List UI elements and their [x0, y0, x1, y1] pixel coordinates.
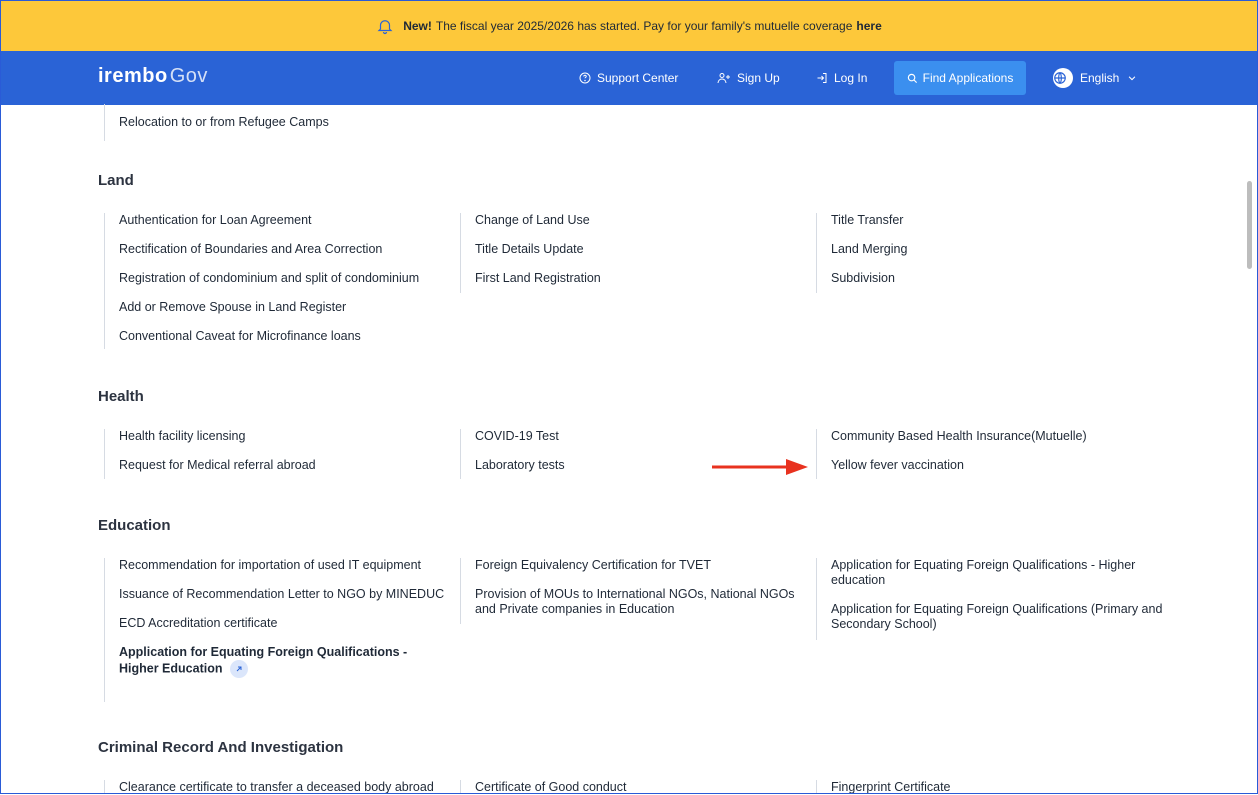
- bell-icon: [377, 20, 393, 35]
- service-link[interactable]: Land Merging: [831, 242, 1171, 257]
- page-scrollbar[interactable]: [1247, 181, 1252, 269]
- health-column-3: Community Based Health Insurance(Mutuell…: [816, 429, 1171, 479]
- service-link[interactable]: Change of Land Use: [475, 213, 815, 228]
- log-in-icon: [817, 73, 827, 83]
- service-link[interactable]: Certificate of Good conduct: [475, 780, 815, 795]
- top-navbar: irembo Gov Support Center Sign Up Log In …: [1, 51, 1257, 105]
- section-title-criminal-record: Criminal Record And Investigation: [98, 739, 344, 756]
- banner-link[interactable]: here: [856, 19, 881, 33]
- service-link[interactable]: Clearance certificate to transfer a dece…: [119, 780, 459, 795]
- logo-main-text: irembo: [98, 65, 168, 87]
- banner-new-label: New!: [403, 19, 432, 33]
- service-link-highlighted[interactable]: Application for Equating Foreign Qualifi…: [119, 645, 449, 678]
- service-link[interactable]: Registration of condominium and split of…: [119, 271, 459, 286]
- search-icon: [907, 73, 917, 83]
- log-in-label: Log In: [834, 71, 868, 85]
- section-title-land: Land: [98, 172, 134, 189]
- education-column-1: Recommendation for importation of used I…: [104, 558, 449, 702]
- criminal-column-2: Certificate of Good conduct: [460, 780, 815, 794]
- criminal-column-3: Fingerprint Certificate: [816, 780, 1171, 794]
- land-column-1: Authentication for Loan Agreement Rectif…: [104, 213, 459, 349]
- sign-up-link[interactable]: Sign Up: [717, 51, 780, 105]
- service-link[interactable]: Application for Equating Foreign Qualifi…: [831, 602, 1171, 632]
- red-arrow-annotation: [712, 459, 808, 475]
- globe-icon: [1053, 68, 1073, 88]
- service-link[interactable]: Subdivision: [831, 271, 1171, 286]
- service-link[interactable]: Foreign Equivalency Certification for TV…: [475, 558, 815, 573]
- section-title-education: Education: [98, 517, 171, 534]
- service-link[interactable]: COVID-19 Test: [475, 429, 815, 444]
- criminal-column-1: Clearance certificate to transfer a dece…: [104, 780, 459, 794]
- external-link-icon[interactable]: [230, 660, 249, 678]
- service-link[interactable]: Issuance of Recommendation Letter to NGO…: [119, 587, 449, 602]
- chevron-down-icon: [1129, 76, 1136, 81]
- support-center-label: Support Center: [597, 71, 679, 85]
- education-column-3: Application for Equating Foreign Qualifi…: [816, 558, 1171, 640]
- service-link[interactable]: Relocation to or from Refugee Camps: [119, 115, 329, 130]
- service-link[interactable]: Title Details Update: [475, 242, 815, 257]
- logo-sub-text: Gov: [169, 65, 208, 87]
- service-link[interactable]: Recommendation for importation of used I…: [119, 558, 449, 573]
- announcement-banner: New! The fiscal year 2025/2026 has start…: [1, 1, 1257, 51]
- service-link[interactable]: Community Based Health Insurance(Mutuell…: [831, 429, 1171, 444]
- language-selector[interactable]: English: [1053, 51, 1137, 105]
- land-column-3: Title Transfer Land Merging Subdivision: [816, 213, 1171, 293]
- sign-up-label: Sign Up: [737, 71, 780, 85]
- service-link[interactable]: Yellow fever vaccination: [831, 458, 1171, 473]
- education-column-2: Foreign Equivalency Certification for TV…: [460, 558, 815, 624]
- help-circle-icon: [579, 72, 591, 84]
- service-link[interactable]: Provision of MOUs to International NGOs,…: [475, 587, 815, 617]
- service-link[interactable]: Fingerprint Certificate: [831, 780, 1171, 795]
- user-plus-icon: [717, 73, 730, 84]
- log-in-link[interactable]: Log In: [816, 51, 867, 105]
- service-link[interactable]: Authentication for Loan Agreement: [119, 213, 459, 228]
- service-link[interactable]: Application for Equating Foreign Qualifi…: [831, 558, 1171, 588]
- service-link[interactable]: Conventional Caveat for Microfinance loa…: [119, 329, 459, 344]
- service-link[interactable]: First Land Registration: [475, 271, 815, 286]
- service-link[interactable]: ECD Accreditation certificate: [119, 616, 449, 631]
- land-column-2: Change of Land Use Title Details Update …: [460, 213, 815, 293]
- service-link-label: Application for Equating Foreign Qualifi…: [119, 645, 408, 676]
- language-label: English: [1080, 71, 1120, 85]
- section-title-health: Health: [98, 388, 144, 405]
- service-link[interactable]: Health facility licensing: [119, 429, 459, 444]
- support-center-link[interactable]: Support Center: [579, 51, 678, 105]
- banner-message: The fiscal year 2025/2026 has started. P…: [435, 19, 853, 33]
- service-link[interactable]: Title Transfer: [831, 213, 1171, 228]
- irembo-logo[interactable]: irembo Gov: [98, 65, 208, 88]
- find-applications-label: Find Applications: [922, 71, 1014, 85]
- health-column-1: Health facility licensing Request for Me…: [104, 429, 459, 479]
- service-link[interactable]: Add or Remove Spouse in Land Register: [119, 300, 459, 315]
- service-link[interactable]: Request for Medical referral abroad: [119, 458, 459, 473]
- find-applications-button[interactable]: Find Applications: [894, 61, 1026, 95]
- relocation-column: Relocation to or from Refugee Camps: [104, 104, 329, 141]
- service-link[interactable]: Rectification of Boundaries and Area Cor…: [119, 242, 459, 257]
